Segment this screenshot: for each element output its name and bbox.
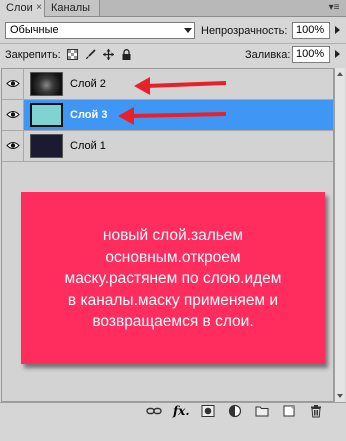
arrow-icon: [118, 107, 227, 125]
instruction-note: новый слой.зальем основным.откроем маску…: [21, 192, 325, 364]
new-group-icon[interactable]: [255, 404, 269, 418]
link-layers-icon[interactable]: [146, 404, 162, 418]
adjustment-layer-icon[interactable]: [228, 404, 242, 418]
scroll-down-icon[interactable]: [337, 394, 343, 398]
add-mask-icon[interactable]: [201, 404, 215, 418]
note-line: новый слой.зальем: [102, 227, 244, 244]
new-layer-icon[interactable]: [282, 404, 296, 418]
layers-scrollbar[interactable]: [334, 68, 345, 402]
arrow-icon: [134, 77, 227, 95]
trash-icon[interactable]: [309, 404, 323, 418]
note-line: маску.растянем по слою.идем: [64, 270, 282, 287]
note-line: в каналы.маску применяем и: [67, 291, 279, 309]
note-line: возвращаемся в слои.: [92, 313, 254, 330]
fx-style-icon[interactable]: fx.: [173, 404, 193, 418]
scroll-up-icon[interactable]: [337, 72, 343, 76]
note-line: основным.откроем: [105, 248, 241, 266]
